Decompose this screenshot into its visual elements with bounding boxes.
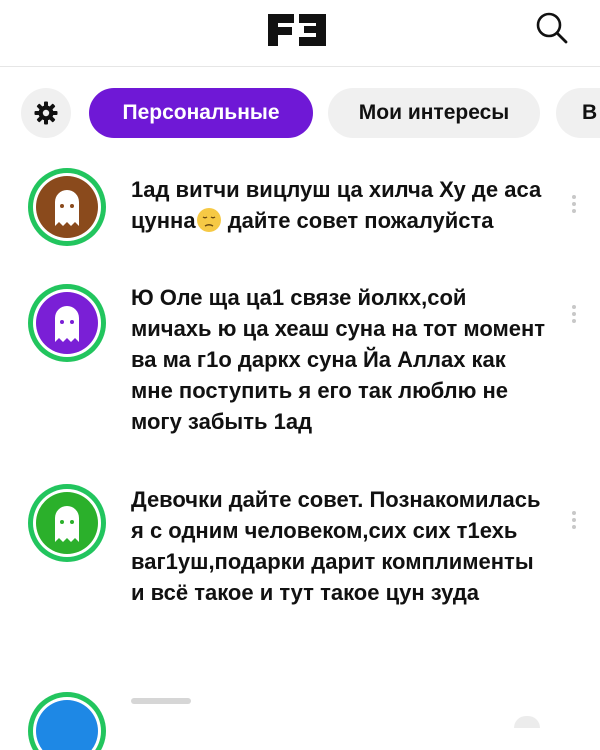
feed-tabs: Персональные Мои интересы В <box>0 86 600 142</box>
avatar[interactable] <box>26 166 108 248</box>
pensive-face-emoji <box>196 208 221 232</box>
post-item[interactable]: Девочки дайте совет. Познакомилась я с о… <box>0 478 600 668</box>
tab-third[interactable]: В <box>556 88 600 138</box>
post-text-partial <box>131 698 191 704</box>
more-options-button[interactable] <box>566 302 582 328</box>
tab-personal[interactable]: Персональные <box>89 88 313 138</box>
header-divider <box>0 66 600 67</box>
more-options-button[interactable] <box>566 192 582 218</box>
fb-logo-icon[interactable] <box>266 12 328 48</box>
avatar[interactable] <box>26 282 108 364</box>
post-text: Девочки дайте совет. Познакомилась я с о… <box>131 487 541 605</box>
settings-button[interactable] <box>21 88 71 138</box>
avatar[interactable] <box>26 482 108 564</box>
avatar[interactable] <box>26 690 108 750</box>
post-text: 1ад витчи вицлуш ца хилча Ху де аса цунн… <box>131 177 542 233</box>
gear-icon <box>34 101 58 125</box>
post-item[interactable]: 1ад витчи вицлуш ца хилча Ху де аса цунн… <box>0 164 600 274</box>
tab-my-interests[interactable]: Мои интересы <box>328 88 540 138</box>
more-options-button[interactable] <box>566 508 582 534</box>
floating-button-partial[interactable] <box>514 716 540 728</box>
search-icon[interactable] <box>530 6 574 50</box>
post-text: Ю Оле ща ца1 связе йолкх,сой мичахь ю ца… <box>131 285 546 434</box>
post-item[interactable]: Ю Оле ща ца1 связе йолкх,сой мичахь ю ца… <box>0 280 600 470</box>
app-header <box>0 0 600 70</box>
